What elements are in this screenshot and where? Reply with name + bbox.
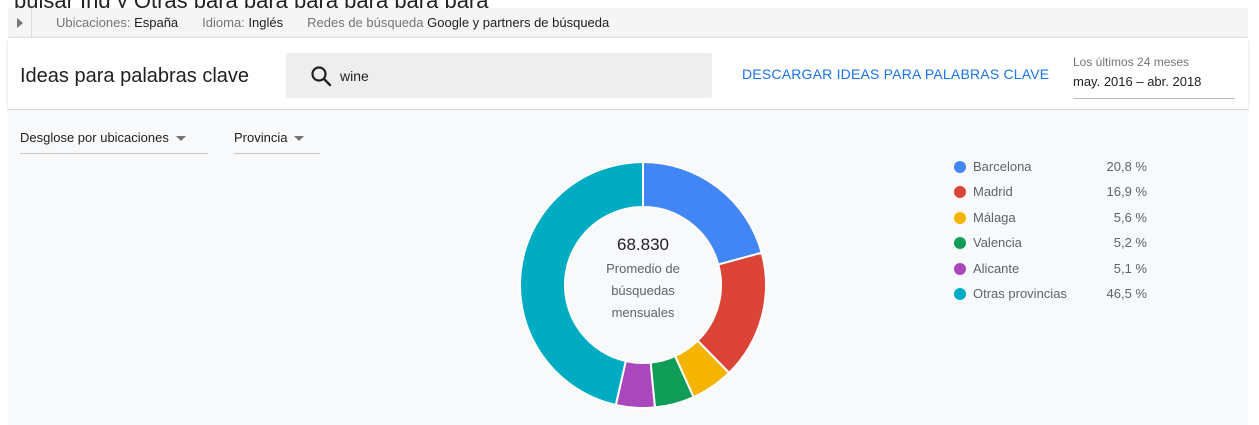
legend-label: Barcelona bbox=[973, 159, 1032, 174]
legend-item[interactable]: Málaga 5,6 % bbox=[954, 210, 1154, 235]
expand-filters-toggle[interactable] bbox=[8, 7, 32, 38]
level-dropdown[interactable]: Provincia bbox=[234, 130, 320, 154]
caption-line: Promedio de bbox=[606, 261, 680, 276]
keyword-search-box[interactable] bbox=[286, 53, 712, 98]
legend-swatch-icon bbox=[954, 237, 966, 250]
language-filter[interactable]: Idioma: Inglés bbox=[202, 15, 283, 30]
legend-percentage: 20,8 % bbox=[1106, 159, 1147, 174]
legend-swatch-icon bbox=[954, 287, 966, 300]
location-filter-key: Ubicaciones: bbox=[56, 15, 131, 30]
legend-swatch-icon bbox=[954, 186, 966, 199]
download-keyword-ideas-button[interactable]: DESCARGAR IDEAS PARA PALABRAS CLAVE bbox=[742, 66, 1049, 82]
network-filter[interactable]: Redes de búsqueda Google y partners de b… bbox=[307, 15, 609, 30]
language-filter-key: Idioma: bbox=[202, 15, 245, 30]
legend-item[interactable]: Barcelona 20,8 % bbox=[954, 159, 1154, 184]
legend-label: Otras provincias bbox=[973, 285, 1067, 301]
breakdown-dropdown-label: Desglose por ubicaciones bbox=[20, 130, 169, 145]
date-range-value: may. 2016 – abr. 2018 bbox=[1073, 74, 1202, 89]
legend-item[interactable]: Alicante 5,1 % bbox=[954, 261, 1154, 286]
legend-percentage: 16,9 % bbox=[1106, 184, 1147, 200]
legend-swatch-icon bbox=[954, 161, 966, 173]
legend-percentage: 46,5 % bbox=[1106, 285, 1147, 301]
legend-label: Málaga bbox=[973, 209, 1016, 225]
level-dropdown-label: Provincia bbox=[234, 130, 288, 145]
location-breakdown-panel: Desglose por ubicaciones Provincia 68.83… bbox=[8, 110, 1248, 425]
network-filter-key: Redes de búsqueda bbox=[307, 15, 424, 30]
search-icon bbox=[310, 65, 332, 87]
date-range-label: Los últimos 24 meses bbox=[1073, 55, 1190, 69]
page-header: Ideas para palabras clave DESCARGAR IDEA… bbox=[8, 38, 1248, 110]
keyword-search-input[interactable] bbox=[340, 67, 680, 84]
location-filter-value: España bbox=[134, 15, 179, 30]
legend-item[interactable]: Valencia 5,2 % bbox=[954, 235, 1154, 260]
page-title: Ideas para palabras clave bbox=[20, 65, 250, 87]
average-monthly-searches-caption: Promedio de búsquedas mensuales bbox=[568, 258, 718, 324]
legend-swatch-icon bbox=[954, 211, 966, 224]
legend-percentage: 5,1 % bbox=[1113, 260, 1147, 276]
filter-bar: Ubicaciones: España Idioma: Inglés Redes… bbox=[8, 7, 1248, 38]
legend-label: Alicante bbox=[973, 260, 1020, 276]
caret-down-icon bbox=[294, 136, 305, 141]
legend-item[interactable]: Otras provincias 46,5 % bbox=[954, 286, 1154, 311]
chart-center-label: 68.830 Promedio de búsquedas mensuales bbox=[568, 235, 718, 324]
caption-line: mensuales bbox=[611, 305, 675, 320]
legend-item[interactable]: Madrid 16,9 % bbox=[954, 184, 1154, 209]
caret-down-icon bbox=[175, 136, 186, 141]
legend-swatch-icon bbox=[954, 262, 966, 275]
legend-percentage: 5,6 % bbox=[1113, 209, 1147, 225]
breakdown-dropdown[interactable]: Desglose por ubicaciones bbox=[20, 130, 208, 154]
chart-legend: Barcelona 20,8 % Madrid 16,9 % Málaga 5,6 % Va… bbox=[954, 159, 1154, 311]
date-range-selector[interactable]: Los últimos 24 meses may. 2016 – abr. 20… bbox=[1073, 55, 1235, 99]
caption-line: búsquedas bbox=[611, 283, 675, 298]
previous-content-strip: pulsar Ing y Otras para para para para p… bbox=[0, 0, 1259, 8]
legend-label: Valencia bbox=[973, 235, 1022, 251]
average-monthly-searches-value: 68.830 bbox=[617, 235, 669, 254]
triangle-right-icon bbox=[16, 17, 23, 28]
language-filter-value: Inglés bbox=[248, 15, 284, 30]
legend-percentage: 5,2 % bbox=[1113, 235, 1147, 251]
network-filter-value: Google y partners de búsqueda bbox=[427, 15, 610, 30]
legend-label: Madrid bbox=[973, 184, 1013, 200]
location-filter[interactable]: Ubicaciones: España bbox=[56, 15, 178, 30]
